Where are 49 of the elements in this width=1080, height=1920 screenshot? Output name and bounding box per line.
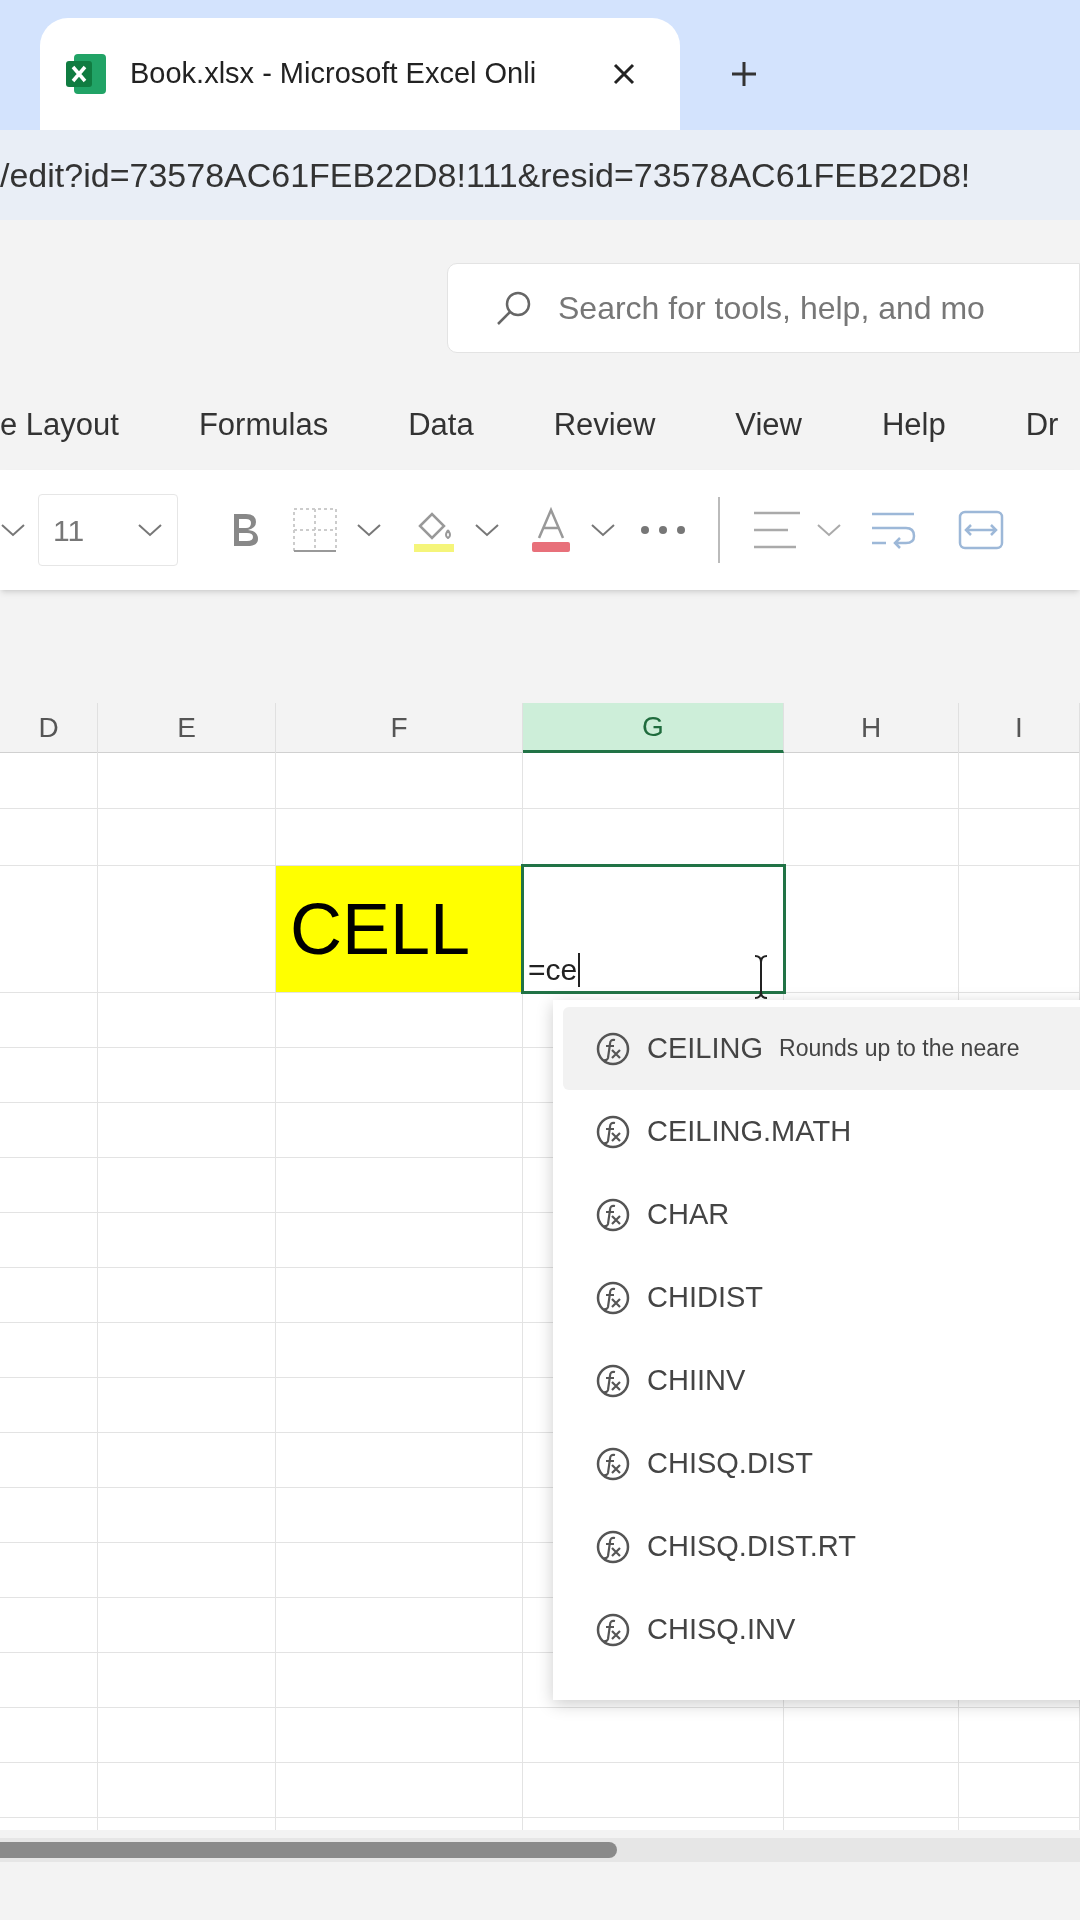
function-description: Rounds up to the neare bbox=[779, 1034, 1020, 1064]
active-cell[interactable]: =ce bbox=[521, 864, 786, 994]
ribbon-tab[interactable]: Review bbox=[553, 401, 656, 449]
close-icon[interactable] bbox=[612, 62, 636, 86]
highlighted-cell[interactable]: CELL bbox=[276, 866, 523, 992]
function-icon bbox=[595, 1030, 631, 1067]
function-icon bbox=[595, 1445, 631, 1482]
ribbon-tab[interactable]: View bbox=[735, 401, 802, 449]
search-input[interactable]: Search for tools, help, and mo bbox=[558, 283, 1079, 332]
function-icon bbox=[595, 1113, 631, 1150]
scrollbar-thumb[interactable] bbox=[0, 1842, 617, 1858]
ribbon-tab[interactable]: Help bbox=[881, 401, 946, 449]
browser-tab[interactable]: Book.xlsx - Microsoft Excel Onli bbox=[40, 18, 680, 130]
chevron-down-icon[interactable] bbox=[137, 522, 163, 538]
function-icon bbox=[595, 1611, 631, 1648]
function-icon bbox=[595, 1528, 631, 1565]
borders-icon[interactable] bbox=[292, 507, 338, 553]
chevron-down-icon[interactable] bbox=[816, 522, 842, 538]
ribbon-tab[interactable]: Data bbox=[408, 401, 474, 449]
font-size-dropdown[interactable]: 11 bbox=[38, 494, 178, 566]
function-suggestion[interactable]: CEILING Rounds up to the neare bbox=[563, 1007, 1080, 1090]
chevron-down-icon[interactable] bbox=[474, 522, 500, 538]
font-color-icon[interactable] bbox=[530, 506, 572, 554]
address-bar[interactable]: /edit?id=73578AC61FEB22D8!111&resid=73578AC61FEB22D8! bbox=[0, 130, 1080, 220]
function-suggestion[interactable]: CEILING.MATH bbox=[563, 1090, 1080, 1173]
function-icon bbox=[595, 1362, 631, 1399]
search-field[interactable]: Search for tools, help, and mo bbox=[447, 262, 1080, 353]
ribbon-tab[interactable]: Formulas bbox=[198, 401, 329, 449]
chevron-down-icon[interactable] bbox=[356, 522, 382, 538]
merge-icon[interactable] bbox=[958, 508, 1004, 552]
tab-title: Book.xlsx - Microsoft Excel Onli bbox=[130, 56, 538, 92]
function-icon bbox=[595, 1279, 631, 1316]
function-suggestion[interactable]: CHAR bbox=[563, 1173, 1080, 1256]
chevron-down-icon[interactable] bbox=[0, 522, 26, 538]
function-suggestion[interactable]: CHISQ.INV bbox=[563, 1588, 1080, 1671]
function-suggestion[interactable]: CHISQ.DIST.RT bbox=[563, 1505, 1080, 1588]
more-icon[interactable] bbox=[640, 525, 686, 535]
function-suggestion[interactable]: CHIINV bbox=[563, 1339, 1080, 1422]
text-cursor-icon bbox=[753, 954, 769, 1000]
spreadsheet-app-icon bbox=[64, 52, 108, 96]
align-icon[interactable] bbox=[752, 509, 802, 551]
chevron-down-icon[interactable] bbox=[590, 522, 616, 538]
function-icon bbox=[595, 1196, 631, 1233]
ribbon-tab[interactable]: Dr bbox=[1025, 401, 1059, 449]
function-suggestion[interactable]: CHISQ.DIST bbox=[563, 1422, 1080, 1505]
column-header[interactable]: G bbox=[523, 703, 784, 753]
function-suggestion[interactable]: CHIDIST bbox=[563, 1256, 1080, 1339]
ribbon-tab[interactable]: e Layout bbox=[0, 401, 119, 449]
new-tab-icon[interactable] bbox=[730, 60, 758, 88]
